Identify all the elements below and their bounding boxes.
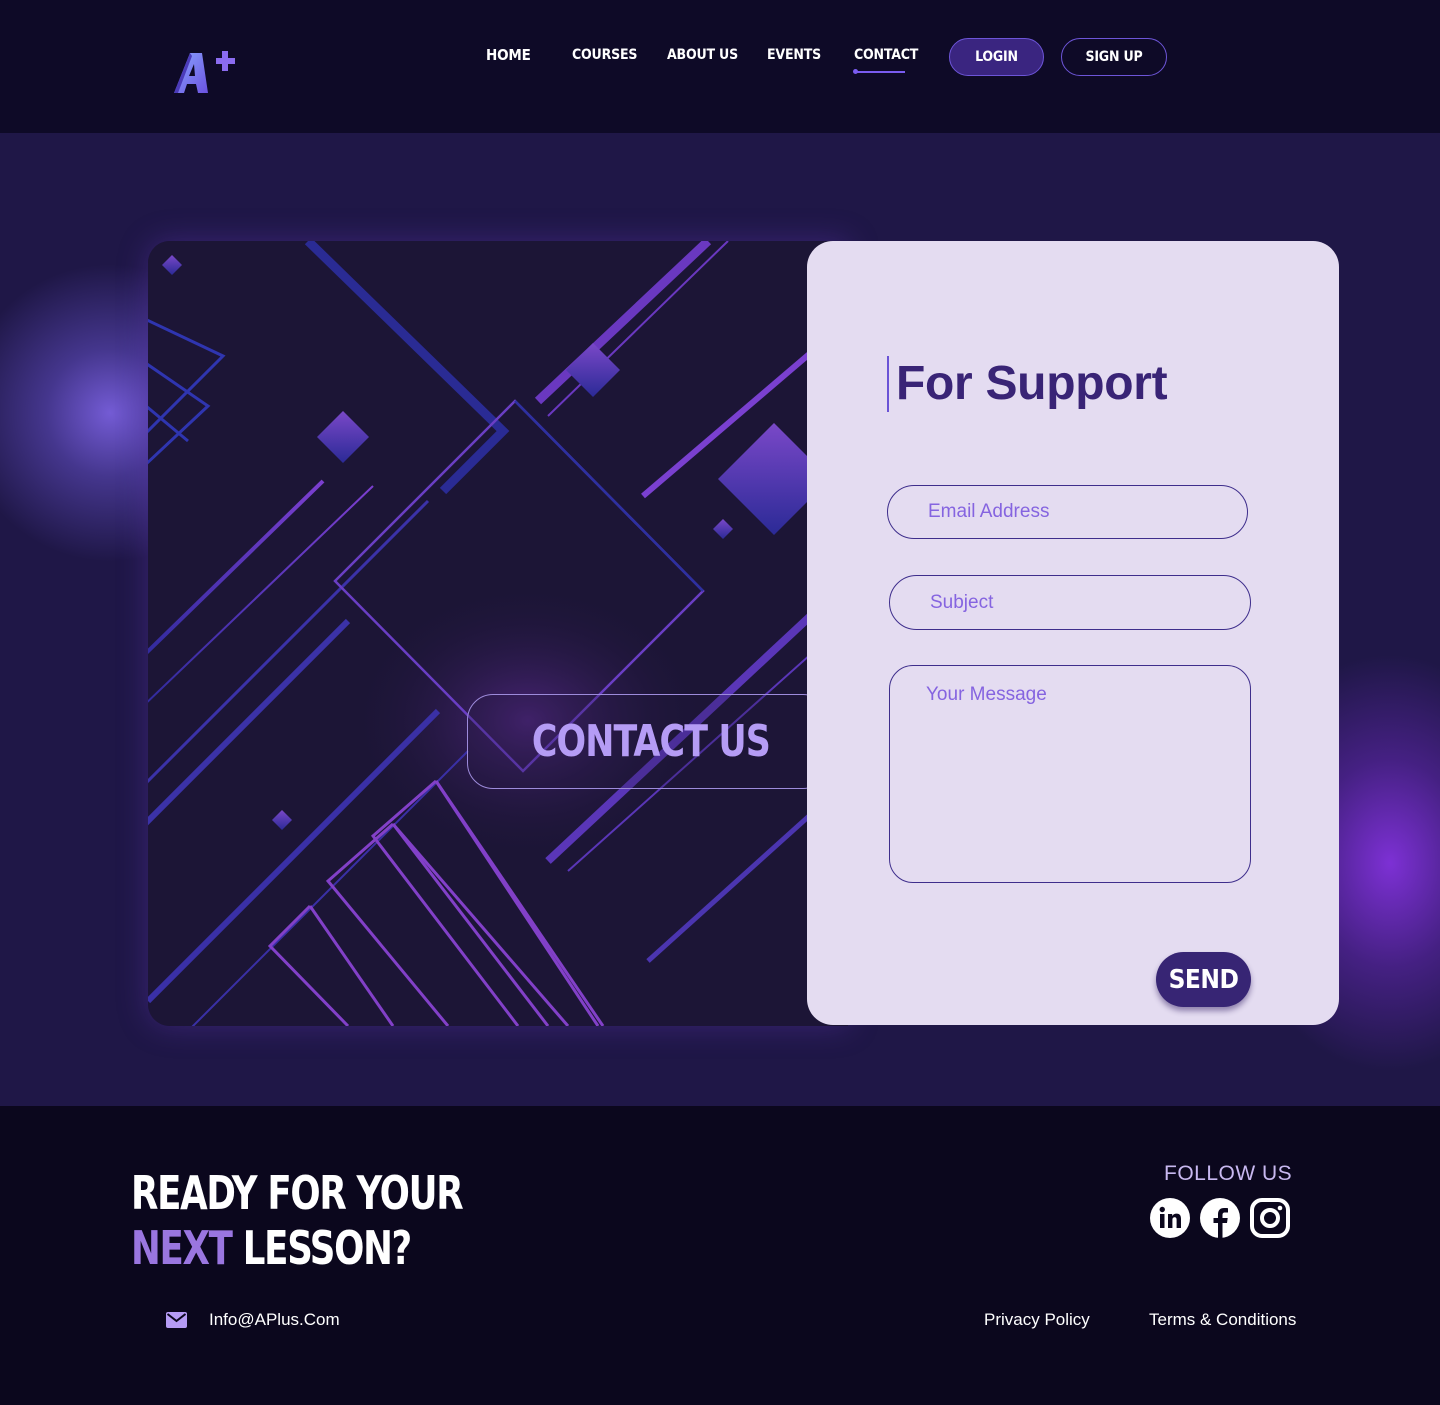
cta-line-2-rest: LESSON? (231, 1221, 412, 1275)
decorative-artwork: CONTACT US (148, 241, 848, 1026)
terms-conditions-link[interactable]: Terms & Conditions (1149, 1310, 1296, 1330)
nav-contact[interactable]: CONTACT (854, 47, 918, 63)
site-header: HOME COURSES ABOUT US EVENTS CONTACT LOG… (0, 0, 1440, 133)
nav-home[interactable]: HOME (486, 46, 531, 64)
nav-about-us[interactable]: ABOUT US (667, 47, 738, 63)
linkedin-icon[interactable] (1150, 1198, 1190, 1238)
site-footer: READY FOR YOUR NEXT LESSON? FOLLOW US In… (0, 1106, 1440, 1405)
cta-accent-word: NEXT (131, 1221, 233, 1275)
title-accent-bar (887, 356, 889, 412)
instagram-icon[interactable] (1250, 1198, 1290, 1238)
contact-us-title: CONTACT US (531, 716, 771, 767)
nav-events[interactable]: EVENTS (767, 47, 821, 63)
facebook-icon[interactable] (1200, 1198, 1240, 1238)
signup-button[interactable]: SIGN UP (1061, 38, 1167, 76)
active-nav-indicator (853, 69, 905, 74)
privacy-policy-link[interactable]: Privacy Policy (984, 1310, 1090, 1330)
contact-section: CONTACT US For Support SEND (0, 133, 1440, 1106)
cta-line-2: NEXT LESSON? (131, 1221, 462, 1276)
nav-courses[interactable]: COURSES (572, 47, 637, 63)
cta-line-1: READY FOR YOUR (131, 1166, 464, 1220)
follow-us-label: FOLLOW US (1164, 1162, 1293, 1185)
support-form: For Support SEND (807, 241, 1339, 1025)
subject-field[interactable] (889, 575, 1251, 630)
send-button[interactable]: SEND (1156, 952, 1251, 1007)
aplus-logo[interactable] (172, 46, 244, 98)
contact-us-banner: CONTACT US (467, 694, 829, 789)
login-button[interactable]: LOGIN (949, 38, 1044, 76)
form-title: For Support (896, 357, 1168, 410)
message-field[interactable] (889, 665, 1251, 883)
mail-icon (166, 1312, 187, 1328)
footer-cta: READY FOR YOUR NEXT LESSON? (131, 1166, 464, 1276)
email-field[interactable] (887, 485, 1248, 539)
geometric-pattern (148, 241, 848, 1026)
contact-email-link[interactable]: Info@APlus.Com (209, 1310, 340, 1330)
